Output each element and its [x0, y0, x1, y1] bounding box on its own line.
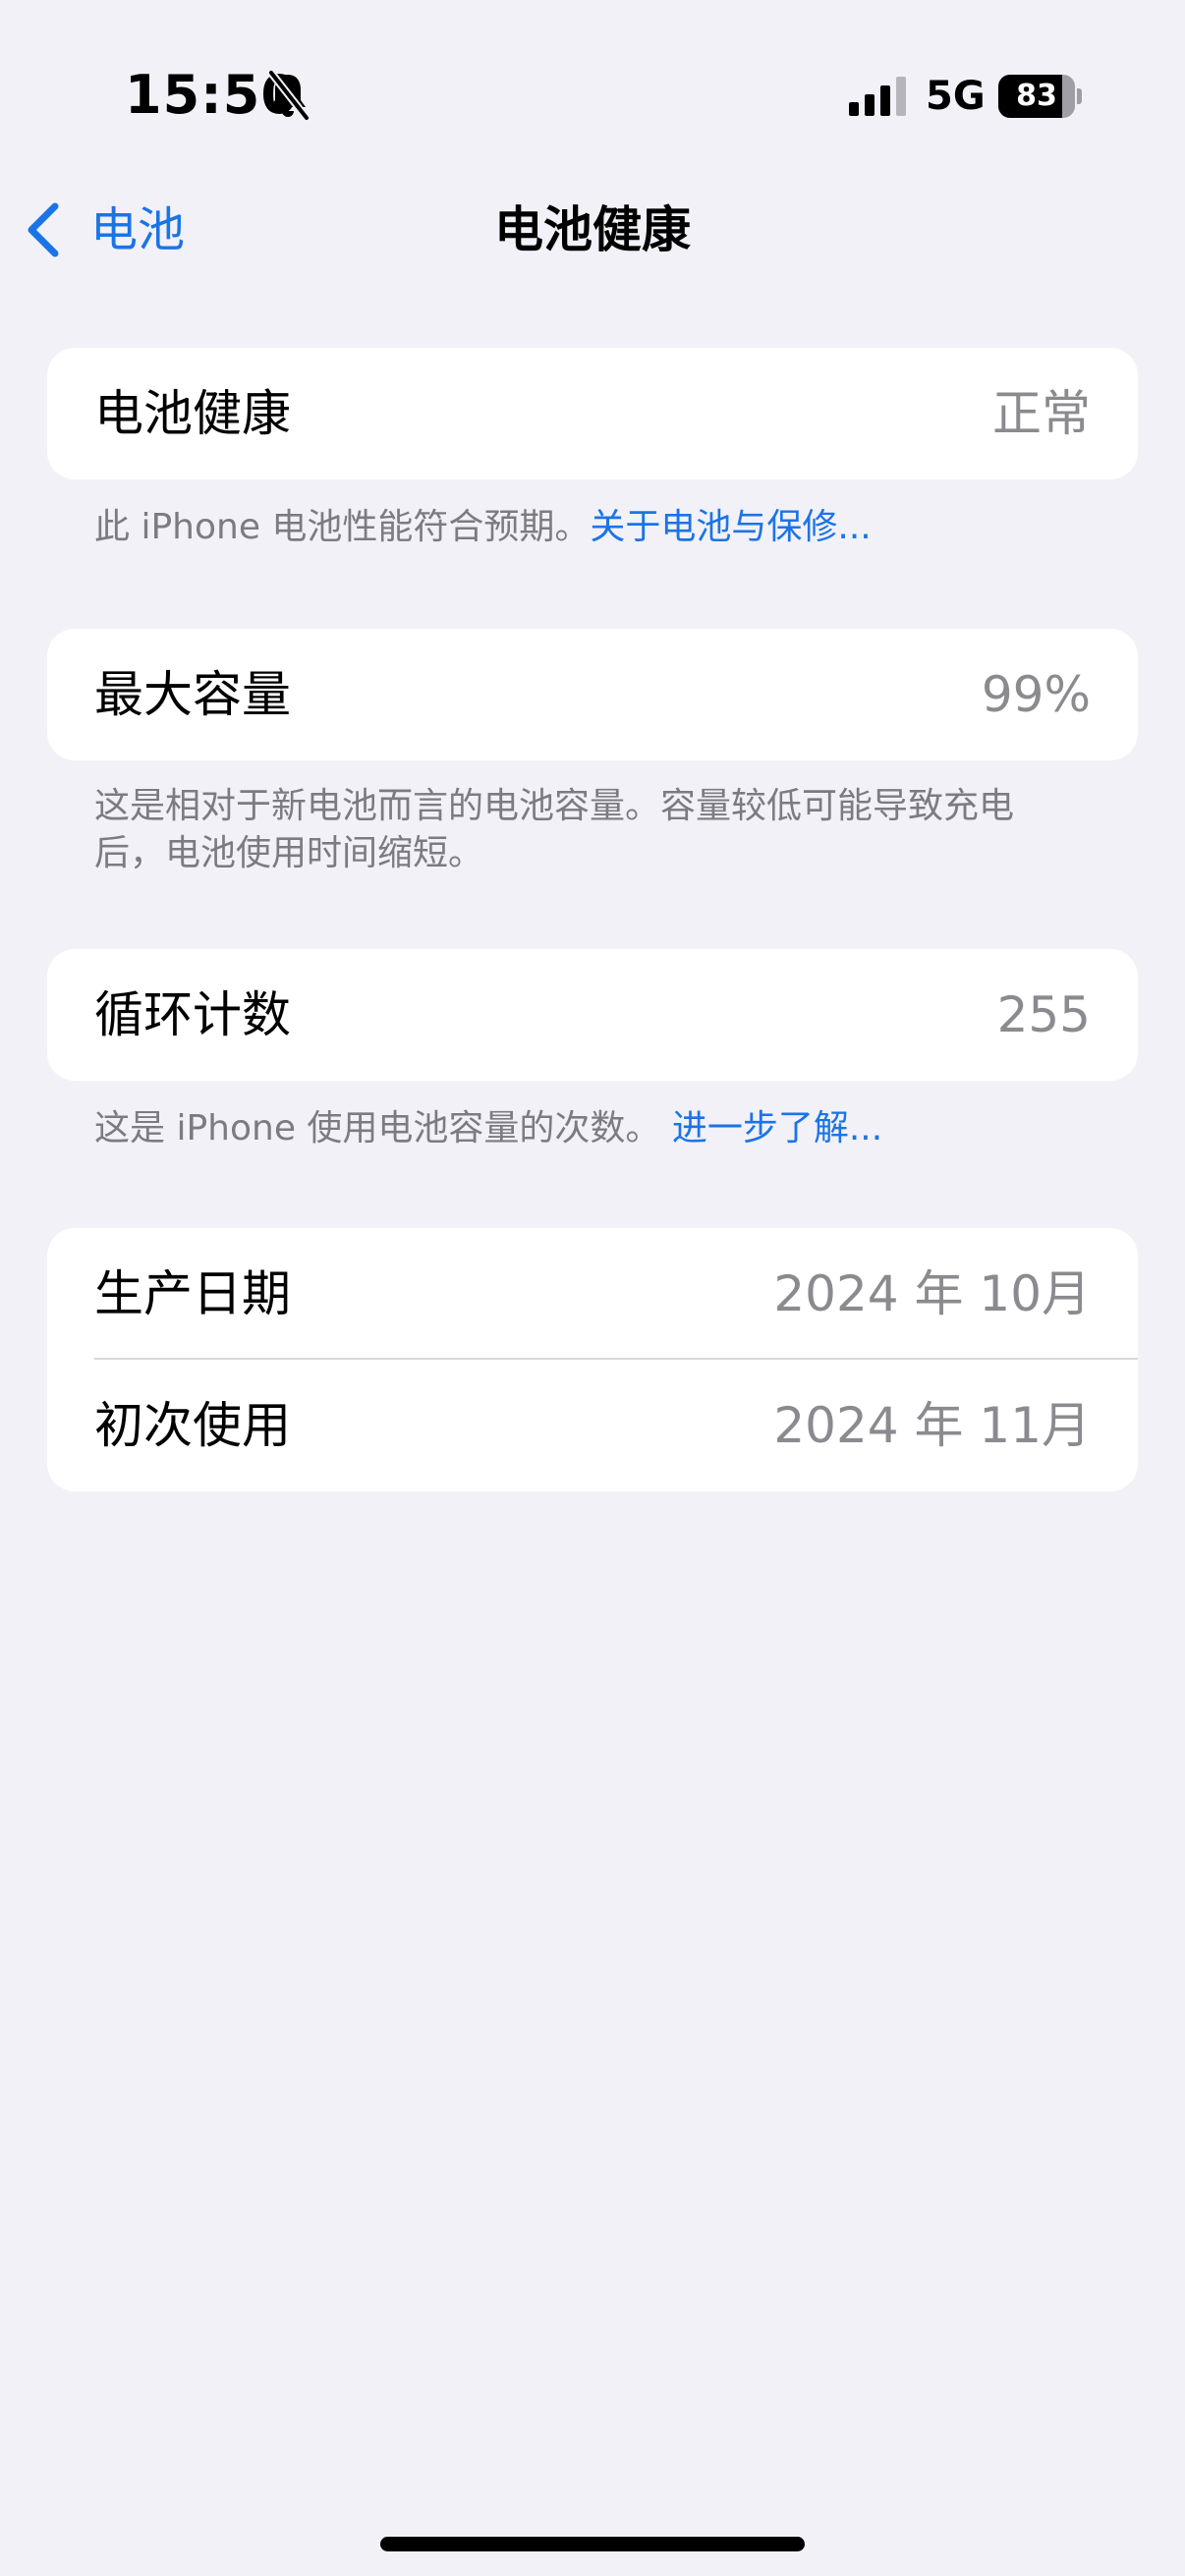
max-capacity-row: 最大容量 99%: [47, 629, 1138, 760]
battery-health-label: 电池健康: [94, 385, 291, 442]
first-use-label: 初次使用: [94, 1397, 291, 1454]
max-capacity-card: 最大容量 99%: [47, 629, 1138, 760]
manufacture-date-row: 生产日期 2024 年 10月: [47, 1228, 1138, 1360]
back-button[interactable]: 电池: [24, 191, 185, 269]
max-capacity-label: 最大容量: [94, 666, 291, 723]
max-capacity-value: 99%: [981, 666, 1091, 723]
battery-icon: 83: [998, 75, 1082, 118]
bell-slash-icon: [267, 69, 310, 122]
network-type-label: 5G: [926, 74, 986, 119]
battery-warranty-link[interactable]: 关于电池与保修...: [590, 507, 871, 547]
learn-more-link[interactable]: 进一步了解...: [672, 1108, 882, 1148]
cellular-signal-icon: [849, 77, 906, 116]
first-use-value: 2024 年 11月: [773, 1397, 1091, 1454]
battery-health-row: 电池健康 正常: [47, 348, 1138, 479]
max-capacity-footnote: 这是相对于新电池而言的电池容量。容量较低可能导致充电后，电池使用时间缩短。: [94, 783, 1057, 877]
manufacture-date-label: 生产日期: [94, 1265, 291, 1322]
cycle-count-footnote-text: 这是 iPhone 使用电池容量的次数。: [94, 1108, 672, 1148]
max-capacity-footnote-text: 这是相对于新电池而言的电池容量。容量较低可能导致充电后，电池使用时间缩短。: [94, 786, 1015, 873]
cycle-count-row: 循环计数 255: [47, 949, 1138, 1081]
cycle-count-footnote: 这是 iPhone 使用电池容量的次数。 进一步了解...: [94, 1105, 1057, 1152]
battery-dates-card: 生产日期 2024 年 10月 初次使用 2024 年 11月: [47, 1228, 1138, 1491]
battery-health-card: 电池健康 正常: [47, 348, 1138, 479]
chevron-left-icon: [28, 202, 59, 257]
first-use-row: 初次使用 2024 年 11月: [47, 1360, 1138, 1491]
battery-health-footnote-text: 此 iPhone 电池性能符合预期。: [94, 507, 591, 547]
battery-health-footnote: 此 iPhone 电池性能符合预期。关于电池与保修...: [94, 504, 1057, 551]
status-bar: 15:50 5G 83: [0, 0, 1185, 187]
manufacture-date-value: 2024 年 10月: [773, 1265, 1091, 1322]
cycle-count-label: 循环计数: [94, 986, 291, 1043]
cycle-count-card: 循环计数 255: [47, 949, 1138, 1081]
home-indicator[interactable]: [380, 2537, 805, 2551]
back-button-label: 电池: [90, 202, 186, 257]
cycle-count-value: 255: [996, 986, 1091, 1043]
battery-health-value: 正常: [992, 385, 1091, 442]
battery-cap: [1077, 88, 1082, 104]
battery-percentage: 83: [1016, 79, 1057, 113]
